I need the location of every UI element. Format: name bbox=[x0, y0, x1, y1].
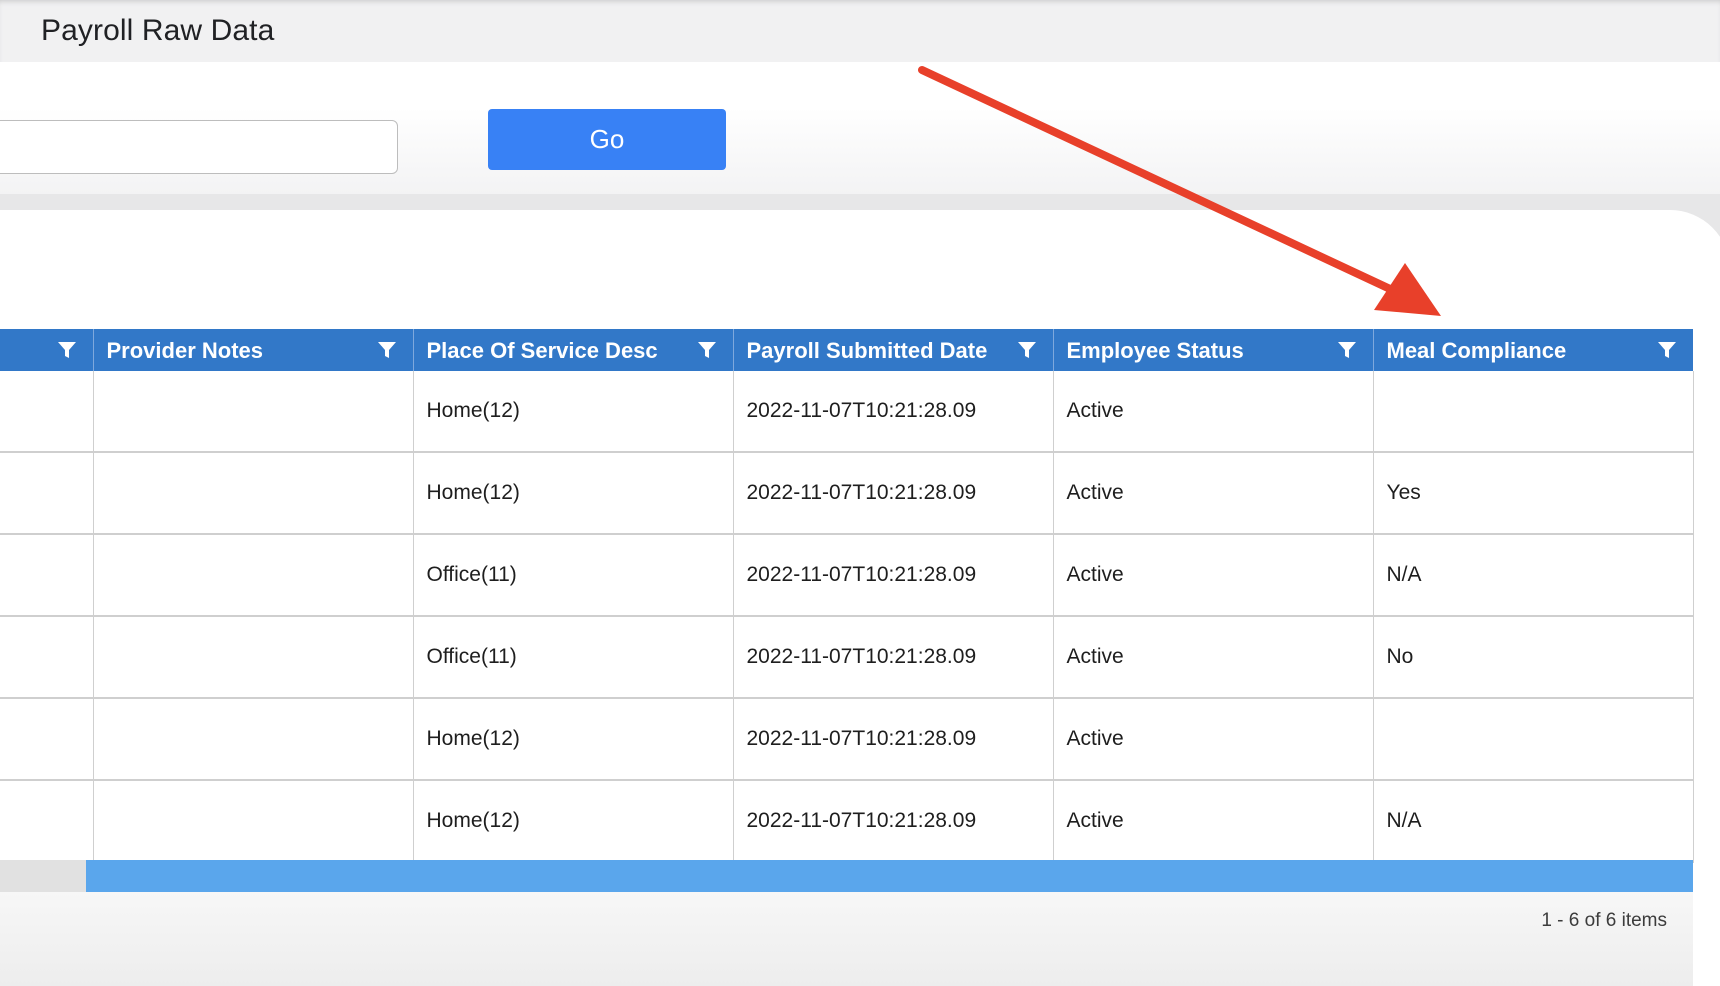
filter-icon[interactable] bbox=[1657, 340, 1677, 360]
table-cell: Active bbox=[1053, 616, 1374, 699]
top-bar: Payroll Raw Data bbox=[0, 0, 1720, 62]
table-row[interactable]: Office(11) 2022-11-07T10:21:28.09 Active… bbox=[0, 616, 1694, 699]
table-row[interactable]: Home(12) 2022-11-07T10:21:28.09 Active bbox=[0, 698, 1694, 781]
table-cell: Home(12) bbox=[413, 371, 734, 453]
grid-header-row: Provider Notes Place Of Service Desc Pay… bbox=[0, 329, 1693, 371]
table-cell: Home(12) bbox=[413, 452, 734, 535]
column-header-provider-notes[interactable]: Provider Notes bbox=[93, 329, 414, 371]
table-row[interactable]: Office(11) 2022-11-07T10:21:28.09 Active… bbox=[0, 534, 1694, 617]
table-cell bbox=[0, 371, 94, 453]
column-header-hidden[interactable] bbox=[0, 329, 94, 371]
column-header-place-of-service-desc[interactable]: Place Of Service Desc bbox=[413, 329, 734, 371]
filter-icon[interactable] bbox=[697, 340, 717, 360]
table-cell bbox=[0, 616, 94, 699]
table-cell: 2022-11-07T10:21:28.09 bbox=[733, 371, 1054, 453]
horizontal-scrollbar[interactable] bbox=[0, 860, 1693, 892]
column-header-meal-compliance[interactable]: Meal Compliance bbox=[1373, 329, 1693, 371]
search-input[interactable] bbox=[0, 120, 398, 174]
table-cell: Office(11) bbox=[413, 534, 734, 617]
pager-info: 1 - 6 of 6 items bbox=[1541, 910, 1667, 931]
table-cell bbox=[93, 780, 414, 863]
column-header-employee-status[interactable]: Employee Status bbox=[1053, 329, 1374, 371]
payroll-grid: Provider Notes Place Of Service Desc Pay… bbox=[0, 329, 1694, 863]
table-row[interactable]: Home(12) 2022-11-07T10:21:28.09 Active Y… bbox=[0, 452, 1694, 535]
table-cell bbox=[1373, 698, 1694, 781]
table-cell: Active bbox=[1053, 698, 1374, 781]
table-cell bbox=[0, 698, 94, 781]
table-cell: 2022-11-07T10:21:28.09 bbox=[733, 616, 1054, 699]
table-cell: Active bbox=[1053, 452, 1374, 535]
table-cell bbox=[0, 780, 94, 863]
table-cell: Home(12) bbox=[413, 780, 734, 863]
table-cell bbox=[93, 698, 414, 781]
filter-icon[interactable] bbox=[1337, 340, 1357, 360]
table-cell: Active bbox=[1053, 371, 1374, 453]
table-cell: 2022-11-07T10:21:28.09 bbox=[733, 698, 1054, 781]
table-cell bbox=[93, 452, 414, 535]
scrollbar-thumb[interactable] bbox=[86, 860, 1693, 892]
table-cell bbox=[0, 534, 94, 617]
filter-icon[interactable] bbox=[57, 340, 77, 360]
table-cell: Yes bbox=[1373, 452, 1694, 535]
table-cell bbox=[93, 371, 414, 453]
filter-icon[interactable] bbox=[1017, 340, 1037, 360]
go-button[interactable]: Go bbox=[488, 109, 726, 170]
table-cell: No bbox=[1373, 616, 1694, 699]
table-cell: 2022-11-07T10:21:28.09 bbox=[733, 534, 1054, 617]
table-cell: 2022-11-07T10:21:28.09 bbox=[733, 780, 1054, 863]
filter-icon[interactable] bbox=[377, 340, 397, 360]
table-row[interactable]: Home(12) 2022-11-07T10:21:28.09 Active bbox=[0, 371, 1694, 453]
table-cell bbox=[93, 616, 414, 699]
table-cell bbox=[0, 452, 94, 535]
table-cell: Home(12) bbox=[413, 698, 734, 781]
table-cell: N/A bbox=[1373, 780, 1694, 863]
table-cell bbox=[93, 534, 414, 617]
page-title: Payroll Raw Data bbox=[41, 14, 275, 47]
table-cell: Active bbox=[1053, 780, 1374, 863]
table-cell: N/A bbox=[1373, 534, 1694, 617]
table-cell: Active bbox=[1053, 534, 1374, 617]
table-cell: 2022-11-07T10:21:28.09 bbox=[733, 452, 1054, 535]
column-header-payroll-submitted-date[interactable]: Payroll Submitted Date bbox=[733, 329, 1054, 371]
table-cell: Office(11) bbox=[413, 616, 734, 699]
table-row[interactable]: Home(12) 2022-11-07T10:21:28.09 Active N… bbox=[0, 780, 1694, 863]
grid-footer: 1 - 6 of 6 items bbox=[0, 892, 1693, 986]
table-cell bbox=[1373, 371, 1694, 453]
